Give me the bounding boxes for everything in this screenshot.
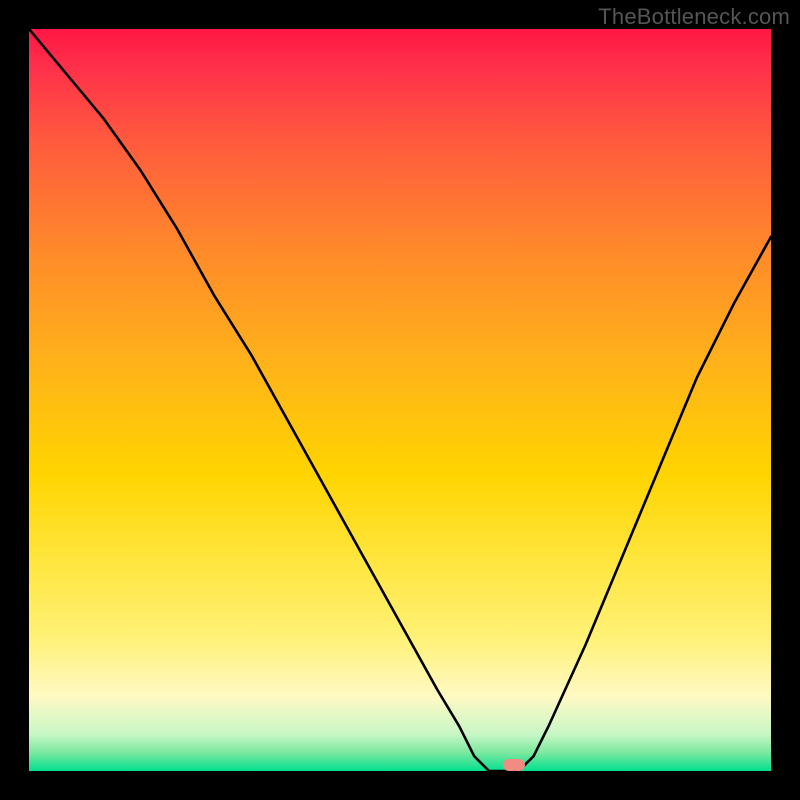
chart-frame: TheBottleneck.com [0,0,800,800]
optimal-marker [503,759,525,771]
plot-area [29,29,771,771]
plot-svg [29,29,771,771]
watermark-text: TheBottleneck.com [598,4,790,30]
gradient-rect [29,29,771,771]
